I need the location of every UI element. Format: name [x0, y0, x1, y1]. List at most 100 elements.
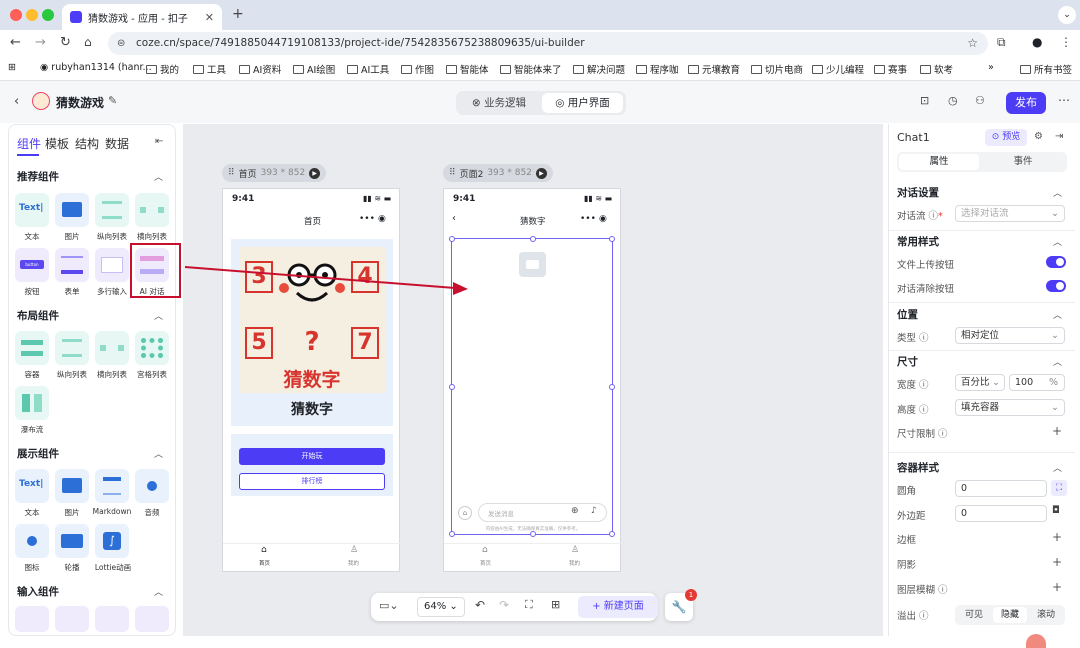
minimize-window-icon[interactable] — [26, 9, 38, 21]
bookmark-folder[interactable]: 元壤教育 — [688, 62, 740, 76]
profile-nav-icon[interactable]: ♙ — [571, 545, 579, 555]
collaborators-icon[interactable]: ⚇ — [975, 94, 985, 107]
resize-handle[interactable] — [530, 236, 536, 242]
add-blur-icon[interactable]: + — [1052, 580, 1062, 594]
target-icon[interactable]: ◉ — [378, 214, 386, 224]
bookmark-star-icon[interactable]: ☆ — [967, 32, 978, 55]
radius-corners-icon[interactable]: ⛶ — [1051, 480, 1067, 496]
resize-handle[interactable] — [609, 236, 615, 242]
back-chevron-icon[interactable]: ‹ — [14, 94, 19, 109]
phone-frame-home[interactable]: 9:41 ▮▮ ≋ ▬ 首页 ••• ◉ 3 4 5 ? 7 猜数字 猜数字 开… — [222, 188, 401, 572]
reload-icon[interactable]: ↻ — [60, 35, 71, 50]
drag-handle-icon[interactable]: ⠿ — [228, 168, 235, 178]
apps-grid-icon[interactable]: ⊞ — [8, 62, 16, 73]
save-icon[interactable]: ⊡ — [920, 94, 929, 107]
tab-user-interface[interactable]: ◎ 用户界面 — [542, 93, 623, 113]
maximize-window-icon[interactable] — [42, 9, 54, 21]
design-canvas[interactable]: ⠿ 首页 393 * 852 ▶ 9:41 ▮▮ ≋ ▬ 首页 ••• ◉ 3 … — [183, 124, 883, 636]
bookmark-folder[interactable]: 我的 — [146, 62, 179, 76]
clear-chat-icon[interactable]: ⌂ — [458, 506, 472, 520]
browser-menu-icon[interactable]: ⋮ — [1060, 35, 1072, 49]
file-upload-toggle[interactable] — [1046, 256, 1066, 268]
margin-input[interactable]: 0 — [955, 505, 1047, 522]
play-preview-icon[interactable]: ▶ — [309, 167, 321, 179]
close-window-icon[interactable] — [10, 9, 22, 21]
workflow-select[interactable]: 选择对话流 ⌄ — [955, 205, 1065, 222]
component-horizontal-list[interactable] — [135, 193, 169, 227]
component-button[interactable]: button — [15, 248, 49, 282]
new-page-button[interactable]: + 新建页面 — [578, 596, 658, 618]
bookmark-folder[interactable]: 解决问题 — [573, 62, 625, 76]
component-markdown[interactable] — [95, 469, 129, 503]
collapse-chevron-icon[interactable]: ︿ — [154, 447, 163, 460]
bookmark-folder[interactable]: 智能体 — [446, 62, 489, 76]
tab-search-icon[interactable]: ⌄ — [1058, 6, 1076, 24]
component-grid-list[interactable] — [135, 331, 169, 365]
bookmark-folder[interactable]: AI绘图 — [293, 62, 335, 76]
tab-templates[interactable]: 模板 — [45, 135, 69, 152]
component-name[interactable]: Chat1 — [897, 131, 930, 144]
frame-tag-home[interactable]: ⠿ 首页 393 * 852 ▶ — [222, 164, 327, 182]
debug-tool-button[interactable]: 🔧 1 — [665, 589, 697, 621]
bookmark-folder[interactable]: 赛事 — [874, 62, 907, 76]
tab-events[interactable]: 事件 — [983, 154, 1063, 170]
collapse-chevron-icon[interactable]: ︿ — [154, 309, 163, 322]
height-select[interactable]: 填充容器 ⌄ — [955, 399, 1065, 416]
clear-chat-toggle[interactable] — [1046, 280, 1066, 292]
component-image-2[interactable] — [55, 469, 89, 503]
bookmark-folder[interactable]: 工具 — [193, 62, 226, 76]
resize-handle[interactable] — [449, 384, 455, 390]
bookmark-folder[interactable]: 所有书签 — [1020, 62, 1072, 76]
more-dots-icon[interactable]: ••• — [580, 214, 596, 224]
device-select-icon[interactable]: ▭⌄ — [379, 599, 399, 612]
width-input[interactable]: 100% — [1009, 374, 1065, 391]
component-lottie[interactable]: ∫ — [95, 524, 129, 558]
more-menu-icon[interactable]: ⋯ — [1058, 93, 1070, 107]
layout-grid-icon[interactable]: ⊞ — [551, 598, 560, 611]
component-waterfall[interactable] — [15, 386, 49, 420]
profile-icon[interactable]: ● — [1032, 35, 1042, 49]
component-image[interactable] — [55, 193, 89, 227]
play-preview-icon[interactable]: ▶ — [535, 167, 547, 179]
forward-icon[interactable]: → — [35, 35, 46, 50]
bookmark-folder[interactable]: 作图 — [401, 62, 434, 76]
component-form[interactable] — [55, 248, 89, 282]
component-audio[interactable] — [135, 469, 169, 503]
zoom-select[interactable]: 64% ⌄ — [417, 597, 465, 617]
redo-icon[interactable]: ↷ — [499, 598, 509, 612]
component-text[interactable]: Text| — [15, 193, 49, 227]
collapse-chevron-icon[interactable]: ︿ — [1053, 186, 1062, 199]
bookmark-folder[interactable]: 软考 — [920, 62, 953, 76]
component-input-multiline[interactable] — [95, 606, 129, 632]
new-tab-icon[interactable]: + — [232, 6, 244, 22]
fit-screen-icon[interactable]: ⛶ — [525, 598, 533, 612]
undo-icon[interactable]: ↶ — [475, 598, 485, 612]
history-icon[interactable]: ◷ — [948, 94, 958, 107]
tab-properties[interactable]: 属性 — [899, 154, 979, 170]
tab-data[interactable]: 数据 — [105, 135, 129, 152]
more-dots-icon[interactable]: ••• — [359, 214, 375, 224]
collapse-chevron-icon[interactable]: ︿ — [1053, 355, 1062, 368]
resize-handle[interactable] — [449, 236, 455, 242]
add-size-limit-icon[interactable]: + — [1052, 424, 1062, 438]
start-game-button[interactable]: 开始玩 — [239, 448, 385, 465]
tab-structure[interactable]: 结构 — [75, 135, 99, 152]
overflow-hidden[interactable]: 隐藏 — [993, 607, 1027, 623]
target-icon[interactable]: ◉ — [599, 214, 607, 224]
add-border-icon[interactable]: + — [1052, 530, 1062, 544]
collapse-chevron-icon[interactable]: ︿ — [154, 170, 163, 183]
panel-toggle-icon[interactable]: ⇥ — [1055, 131, 1063, 142]
collapse-chevron-icon[interactable]: ︿ — [1053, 235, 1062, 248]
component-input-form[interactable] — [55, 606, 89, 632]
bookmark-folder[interactable]: 切片电商 — [751, 62, 803, 76]
bookmark-folder[interactable]: 程序咖 — [636, 62, 679, 76]
component-container[interactable] — [15, 331, 49, 365]
home-nav-icon[interactable]: ⌂ — [482, 545, 488, 555]
margin-sides-icon[interactable]: ◘ — [1052, 505, 1060, 516]
component-input-field[interactable] — [135, 606, 169, 632]
url-field[interactable]: ⊜ coze.cn/space/7491885044719108133/proj… — [108, 32, 988, 55]
tab-business-logic[interactable]: ⊗ 业务逻辑 — [459, 93, 539, 113]
edit-icon[interactable]: ✎ — [108, 94, 117, 107]
collapse-chevron-icon[interactable]: ︿ — [154, 585, 163, 598]
preview-button[interactable]: ⊙ 预览 — [985, 129, 1027, 146]
